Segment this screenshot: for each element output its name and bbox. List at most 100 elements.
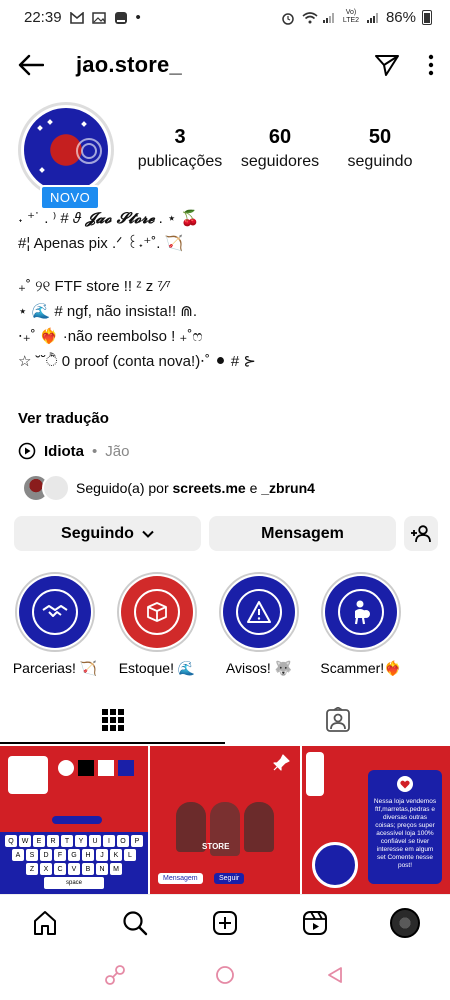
notification-dot: • <box>135 8 141 26</box>
keyboard-key: D <box>40 849 52 861</box>
following-label: Seguindo <box>61 524 134 542</box>
handshake-icon <box>42 605 68 617</box>
profile-music[interactable]: Idiota • Jão <box>18 442 129 460</box>
post-photos <box>170 802 280 862</box>
highlight-scammer[interactable]: Scammer!❤️‍🔥 <box>310 572 412 677</box>
highlight-avisos[interactable]: Avisos! 🐺 <box>208 572 310 677</box>
post-brand-text: STORE <box>202 842 230 851</box>
keyboard-key: V <box>68 863 80 875</box>
bio-line-5: ⋅₊˚ ❤️‍🔥 ·não reembolso ! ₊˚ෆ <box>18 328 203 345</box>
nav-create[interactable] <box>205 903 245 943</box>
grid-icon <box>101 709 124 731</box>
highlight-label: Estoque! 🌊 <box>118 660 196 676</box>
play-icon <box>18 442 36 460</box>
recent-apps-button[interactable] <box>100 960 130 990</box>
stat-following-label: seguindo <box>347 153 413 170</box>
keyboard-key: P <box>131 835 143 847</box>
profile-avatar[interactable]: NOVO <box>18 102 114 210</box>
tab-posts-grid[interactable] <box>0 696 225 744</box>
keyboard-key: G <box>68 849 80 861</box>
color-swatches <box>58 758 138 778</box>
post-info-card: Nessa loja vendemos ftf,marretas,pedras … <box>368 770 442 884</box>
keyboard-key: F <box>54 849 66 861</box>
keyboard-key: N <box>96 863 108 875</box>
bio-line-3: ₊˚ ୨୧ FTF store !! ᶻ z ⁷⁄⁷ <box>18 278 171 295</box>
stat-followers-label: seguidores <box>240 153 320 170</box>
bio-line-4: ⋆ 🌊 # ngf, não insista!! ⋒. <box>18 303 198 320</box>
avatar-image <box>24 108 108 192</box>
nav-search[interactable] <box>115 903 155 943</box>
stat-following-value: 50 <box>368 126 392 148</box>
nav-reels[interactable] <box>295 903 335 943</box>
post-thumbnail-3[interactable]: Nessa loja vendemos ftf,marretas,pedras … <box>302 746 450 894</box>
story-highlights: Parcerias! 🏹 Estoque! 🌊 Avisos! 🐺 Scamme… <box>4 572 450 677</box>
highlight-label: Parcerias! 🏹 <box>12 660 98 676</box>
bio-line-6: ☆ ˘˘ੈ 0 proof (conta nova!)⋅˚ ⚫ # ⊱ <box>18 353 256 370</box>
followed-by-text: Seguido(a) por screets.me e _zbrun4 <box>76 480 315 496</box>
battery-icon <box>422 9 432 25</box>
lte-label: Vo) LTE2 <box>342 9 360 24</box>
tab-tagged[interactable] <box>225 696 450 744</box>
stat-followers-value: 60 <box>268 126 292 148</box>
more-vertical-icon <box>428 54 434 76</box>
keyboard-key: A <box>12 849 24 861</box>
keyboard-graphic: QWERTYUIOP ASDFGHJKL ZXCVBNM space <box>0 832 148 894</box>
keyboard-key: W <box>19 835 31 847</box>
share-button[interactable] <box>374 53 400 77</box>
following-button[interactable]: Seguindo <box>14 516 201 551</box>
app-notification-icon <box>114 11 128 24</box>
send-icon <box>375 55 399 76</box>
bottom-navigation <box>0 894 450 950</box>
arrow-left-icon <box>18 54 44 76</box>
bio-line-2: #¦ Apenas pix .ᐟ ꒰˖⁺˚. 🏹 <box>18 235 184 252</box>
heart-icon <box>397 776 413 792</box>
nav-home[interactable] <box>25 903 65 943</box>
stat-following[interactable]: 50 seguindo <box>330 126 430 171</box>
home-circle-icon <box>216 966 234 984</box>
keyboard-key: J <box>96 849 108 861</box>
keyboard-key: E <box>33 835 45 847</box>
message-button[interactable]: Mensagem <box>209 516 396 551</box>
keyboard-key: R <box>47 835 59 847</box>
more-options-button[interactable] <box>428 54 434 76</box>
keyboard-key: Q <box>5 835 17 847</box>
music-separator: • <box>92 442 98 460</box>
battery-percent: 86% <box>385 8 416 26</box>
keyboard-key: O <box>117 835 129 847</box>
message-label: Mensagem <box>261 524 344 542</box>
status-time: 22:39 <box>24 8 62 26</box>
keyboard-space-key: space <box>44 877 104 889</box>
highlight-label: Scammer!❤️‍🔥 <box>320 660 402 676</box>
posts-grid: QWERTYUIOP ASDFGHJKL ZXCVBNM space STORE… <box>0 746 450 894</box>
bio-line-1: ˖ ⁺˙ . ⁾ # 𝜗 𝓙𝓪𝓸 𝓢𝓽𝓸𝓻𝓮 . ⋆ 🍒 <box>18 209 200 227</box>
highlight-estoque[interactable]: Estoque! 🌊 <box>106 572 208 677</box>
reels-icon <box>303 910 327 935</box>
bio-store-name: 𝓙𝓪𝓸 𝓢𝓽𝓸𝓻𝓮 <box>85 209 155 227</box>
back-system-button[interactable] <box>320 960 350 990</box>
keyboard-key: T <box>61 835 73 847</box>
top-app-bar: jao.store_ <box>0 40 450 90</box>
music-artist: Jão <box>105 442 130 460</box>
profile-tabs <box>0 696 450 744</box>
signal-icon-2 <box>366 11 380 23</box>
nav-profile[interactable] <box>385 903 425 943</box>
avatar <box>42 474 70 502</box>
keyboard-key: M <box>110 863 122 875</box>
see-translation-link[interactable]: Ver tradução <box>18 410 109 427</box>
post-thumbnail-2[interactable]: STORE Mensagem Seguir <box>150 746 300 894</box>
warning-icon <box>247 601 271 623</box>
keyboard-key: K <box>110 849 122 861</box>
keyboard-key: S <box>26 849 38 861</box>
gallery-icon <box>91 11 106 24</box>
wifi-icon <box>302 11 318 24</box>
stat-followers[interactable]: 60 seguidores <box>230 126 330 171</box>
home-system-button[interactable] <box>210 960 240 990</box>
back-button[interactable] <box>16 50 46 80</box>
suggested-users-button[interactable] <box>404 516 438 551</box>
profile-bio: ˖ ⁺˙ . ⁾ # 𝜗 𝓙𝓪𝓸 𝓢𝓽𝓸𝓻𝓮 . ⋆ 🍒 #¦ Apenas p… <box>18 206 438 374</box>
followed-by[interactable]: Seguido(a) por screets.me e _zbrun4 <box>22 474 315 502</box>
keyboard-key: Z <box>26 863 38 875</box>
stat-posts[interactable]: 3 publicações <box>130 126 230 171</box>
highlight-parcerias[interactable]: Parcerias! 🏹 <box>4 572 106 677</box>
post-thumbnail-1[interactable]: QWERTYUIOP ASDFGHJKL ZXCVBNM space <box>0 746 148 894</box>
